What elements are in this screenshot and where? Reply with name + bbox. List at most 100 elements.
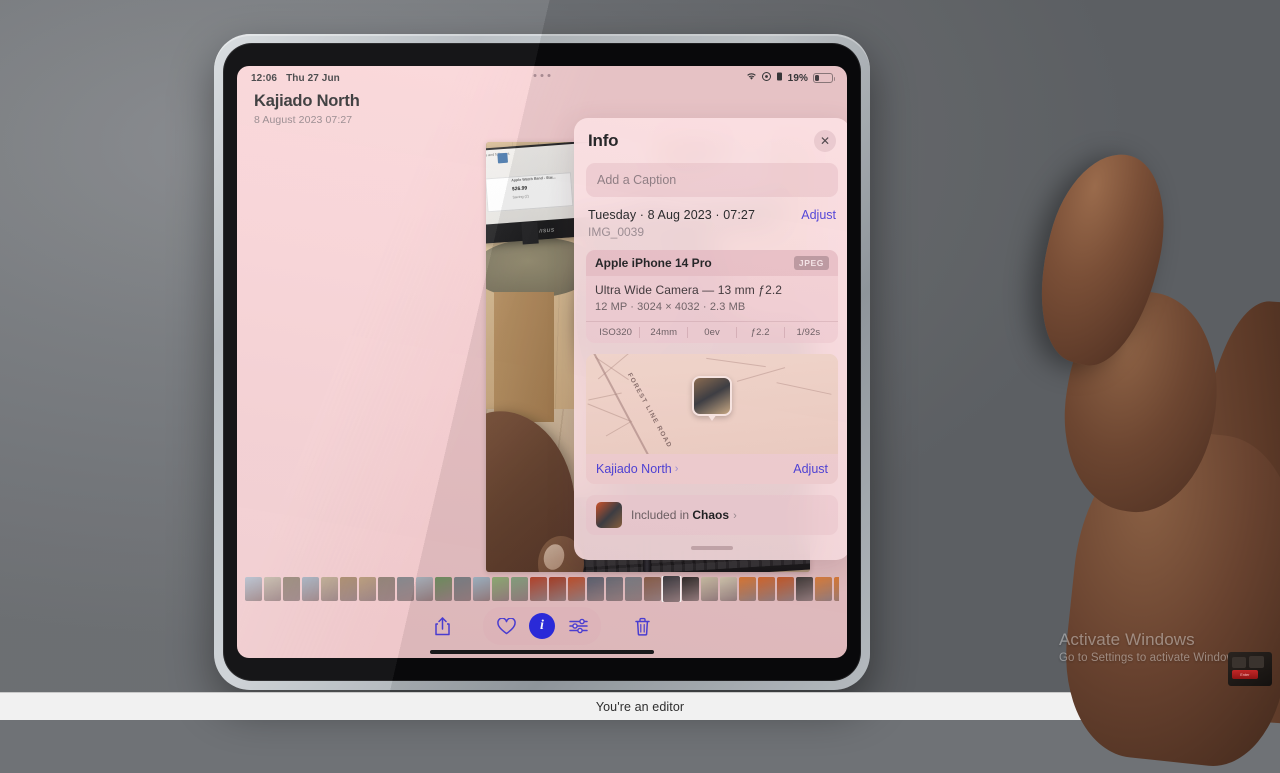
location-name[interactable]: Kajiado North	[596, 462, 672, 476]
filmstrip-thumbnail[interactable]	[416, 577, 433, 601]
logo-key-label: Enter	[1232, 670, 1258, 679]
chevron-right-icon: ›	[675, 463, 679, 475]
status-date: Thu 27 Jun	[286, 73, 340, 84]
filmstrip-thumbnail[interactable]	[568, 577, 585, 601]
camera-info-card: Apple iPhone 14 Pro JPEG Ultra Wide Came…	[586, 250, 838, 343]
filmstrip-thumbnail[interactable]	[739, 577, 756, 601]
exif-value-3: ƒ2.2	[736, 327, 784, 338]
filmstrip-thumbnail[interactable]	[720, 577, 737, 601]
trash-icon[interactable]	[625, 609, 659, 643]
pointing-finger	[1022, 142, 1182, 377]
exif-row: ISO32024mm0evƒ2.21/92s	[586, 321, 838, 343]
camera-lens: Ultra Wide Camera — 13 mm ƒ2.2	[595, 283, 829, 297]
filmstrip-thumbnail[interactable]	[321, 577, 338, 601]
photo-header: Kajiado North 8 August 2023 07:27	[254, 92, 360, 126]
photo-filmstrip[interactable]	[245, 576, 839, 602]
channel-logo-watermark: Enter	[1228, 652, 1272, 686]
map-road-label: FOREST LINE ROAD	[626, 372, 673, 449]
photo-date-row: Tuesday · 8 Aug 2023 · 07:27 IMG_0039 Ad…	[574, 208, 847, 239]
home-indicator[interactable]	[430, 650, 654, 654]
map-primary-road	[588, 354, 670, 454]
battery-percent: 19%	[788, 73, 808, 84]
filmstrip-thumbnail[interactable]	[492, 577, 509, 601]
filmstrip-thumbnail[interactable]	[473, 577, 490, 601]
drag-handle[interactable]	[691, 546, 733, 550]
filmstrip-thumbnail[interactable]	[701, 577, 718, 601]
filmstrip-thumbnail[interactable]	[758, 577, 775, 601]
camera-detail-rows: Ultra Wide Camera — 13 mm ƒ2.2 12 MP · 3…	[586, 276, 838, 321]
filmstrip-thumbnail[interactable]	[283, 577, 300, 601]
filmstrip-thumbnail[interactable]	[245, 577, 262, 601]
editor-status-text: You're an editor	[596, 700, 684, 714]
adjust-location-button[interactable]: Adjust	[793, 462, 828, 476]
tablet-screen: 12:06 Thu 27 Jun 19%	[237, 66, 847, 658]
file-format-badge: JPEG	[794, 256, 829, 270]
tablet-bezel: 12:06 Thu 27 Jun 19%	[223, 43, 861, 681]
filmstrip-thumbnail[interactable]	[302, 577, 319, 601]
filmstrip-thumbnail[interactable]	[454, 577, 471, 601]
sliders-icon[interactable]	[561, 609, 595, 643]
chevron-right-icon: ›	[733, 510, 737, 522]
album-prefix: Included in	[631, 508, 692, 522]
filmstrip-thumbnail[interactable]	[378, 577, 395, 601]
exif-value-4: 1/92s	[784, 327, 832, 338]
filmstrip-thumbnail[interactable]	[606, 577, 623, 601]
info-glyph: i	[540, 618, 544, 634]
camera-device-row: Apple iPhone 14 Pro JPEG	[586, 250, 838, 276]
watermark-title: Activate Windows	[1059, 630, 1244, 650]
filmstrip-thumbnail[interactable]	[815, 577, 832, 601]
caption-input[interactable]: Add a Caption	[586, 163, 838, 197]
filmstrip-thumbnail[interactable]	[435, 577, 452, 601]
filmstrip-thumbnail[interactable]	[511, 577, 528, 601]
watermark-subtitle: Go to Settings to activate Windows.	[1059, 652, 1244, 664]
filmstrip-thumbnail[interactable]	[834, 577, 839, 601]
location-icon	[762, 72, 771, 84]
wifi-icon	[746, 72, 757, 84]
photo-monitor-brand: /ISUS	[539, 228, 555, 235]
album-row[interactable]: Included in Chaos›	[586, 495, 838, 535]
camera-device-name: Apple iPhone 14 Pro	[595, 256, 712, 270]
filmstrip-thumbnail[interactable]	[796, 577, 813, 601]
filmstrip-thumbnail[interactable]	[549, 577, 566, 601]
exif-value-2: 0ev	[687, 327, 735, 338]
photo-pin-icon[interactable]	[692, 376, 732, 416]
share-icon[interactable]	[425, 609, 459, 643]
album-label: Included in Chaos›	[631, 508, 737, 522]
info-panel: Info ✕ Add a Caption Tuesday · 8 Aug 202…	[574, 118, 847, 560]
toolbar-center-group: i	[483, 607, 601, 645]
multitasking-dots-icon[interactable]	[534, 74, 551, 77]
photo-wood-box	[494, 292, 554, 422]
photo-datetime: Tuesday · 8 Aug 2023 · 07:27	[588, 208, 755, 222]
heart-icon[interactable]	[489, 609, 523, 643]
activate-windows-watermark: Activate Windows Go to Settings to activ…	[1059, 630, 1244, 664]
info-icon[interactable]: i	[529, 613, 555, 639]
filmstrip-thumbnail[interactable]	[359, 577, 376, 601]
filmstrip-thumbnail[interactable]	[264, 577, 281, 601]
battery-icon	[813, 73, 833, 83]
exif-value-1: 24mm	[639, 327, 687, 338]
map-footer: Kajiado North › Adjust	[586, 454, 838, 484]
filmstrip-thumbnail[interactable]	[625, 577, 642, 601]
bottom-status-bar: You're an editor	[0, 692, 1280, 720]
page-title: Kajiado North	[254, 92, 360, 111]
recording-icon	[776, 72, 783, 84]
filmstrip-thumbnail[interactable]	[682, 577, 699, 601]
filmstrip-thumbnail[interactable]	[777, 577, 794, 601]
filmstrip-thumbnail[interactable]	[644, 577, 661, 601]
status-time: 12:06	[251, 73, 277, 84]
filmstrip-thumbnail[interactable]	[530, 577, 547, 601]
filmstrip-thumbnail[interactable]	[397, 577, 414, 601]
map-canvas[interactable]: FOREST LINE ROAD	[586, 354, 838, 454]
adjust-date-button[interactable]: Adjust	[801, 208, 836, 222]
photo-filename: IMG_0039	[588, 225, 755, 239]
filmstrip-thumbnail[interactable]	[587, 577, 604, 601]
camera-specs: 12 MP · 3024 × 4032 · 2.3 MB	[595, 301, 829, 313]
filmstrip-thumbnail[interactable]	[663, 576, 680, 602]
photo-date-subtitle: 8 August 2023 07:27	[254, 114, 360, 126]
ios-status-bar: 12:06 Thu 27 Jun 19%	[237, 66, 847, 90]
filmstrip-thumbnail[interactable]	[340, 577, 357, 601]
location-map-card: FOREST LINE ROAD Kajiado North › Adjust	[586, 354, 838, 484]
close-icon[interactable]: ✕	[814, 130, 836, 152]
info-panel-title: Info	[588, 131, 618, 151]
photo-screen-price: $26.99	[512, 185, 528, 194]
